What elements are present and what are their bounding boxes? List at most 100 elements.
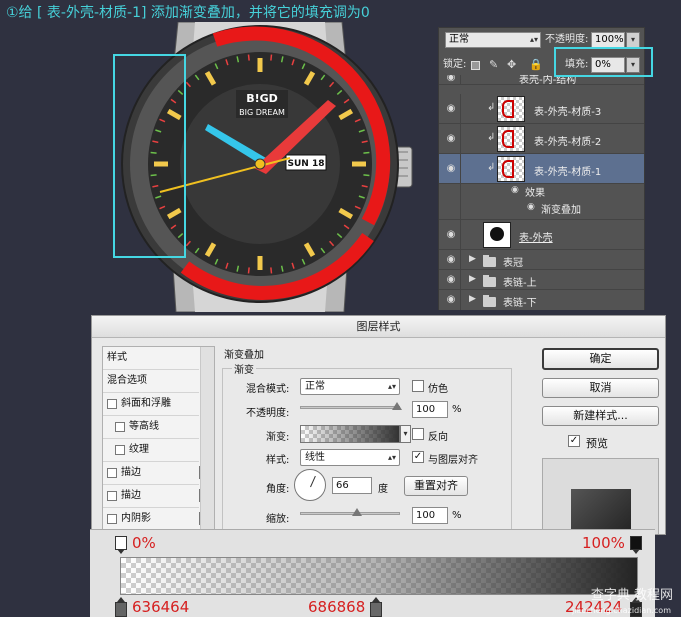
opacity-slider-knob[interactable] <box>392 402 402 410</box>
percent-label: % <box>452 510 462 521</box>
effects-label: 效果 <box>525 188 545 199</box>
scale-slider-knob[interactable] <box>352 508 362 516</box>
chevron-updown-icon: ▴▾ <box>387 453 396 462</box>
overlay-blend-mode-value: 正常 <box>305 381 325 392</box>
style-item-inner-shadow[interactable]: 内阴影+ <box>103 508 212 531</box>
eye-icon[interactable]: ◉ <box>511 185 519 195</box>
styles-list: 样式 混合选项 斜面和浮雕 等高线 纹理 描边+ 描边+ 内阴影+ <box>102 346 215 534</box>
style-item-stroke-1[interactable]: 描边+ <box>103 462 212 485</box>
eye-icon[interactable]: ◉ <box>445 133 457 145</box>
highlight-box-fill <box>554 47 653 77</box>
color-stop-left[interactable] <box>115 597 127 617</box>
checkbox-stroke[interactable] <box>107 468 117 478</box>
checkbox-stroke[interactable] <box>107 491 117 501</box>
scale-slider[interactable] <box>300 512 400 515</box>
reverse-label: 反向 <box>428 432 448 443</box>
watch-date: SUN 18 <box>288 159 325 169</box>
lock-move-icon[interactable]: ✥ <box>507 58 516 71</box>
opacity-stop-right[interactable] <box>630 536 642 554</box>
blend-mode-select[interactable]: 正常 ▴▾ <box>445 32 541 48</box>
blend-mode-value: 正常 <box>449 34 469 45</box>
checkbox-contour[interactable] <box>115 422 125 432</box>
layer-name: 表冠 <box>503 258 523 269</box>
opacity-stop-left-label: 0% <box>132 534 156 552</box>
effect-gradient-overlay[interactable]: 渐变叠加 <box>541 201 581 216</box>
clip-arrow-icon: ↲ <box>487 162 496 173</box>
folder-icon <box>483 255 496 267</box>
dither-checkbox[interactable] <box>412 380 424 392</box>
gradient-dropdown-button[interactable]: ▾ <box>400 425 411 443</box>
eye-icon[interactable]: ◉ <box>445 294 457 306</box>
scale-field[interactable]: 100 <box>412 507 448 524</box>
watermark-url: jiaocheng.chazidian.com <box>571 606 671 615</box>
align-with-layer-checkbox[interactable]: ✓ <box>412 451 424 463</box>
layer-row-material-2[interactable]: ◉ ↲ 表-外壳-材质-2 <box>439 124 644 154</box>
color-stop-mid[interactable] <box>370 597 382 617</box>
overlay-blend-mode-select[interactable]: 正常 ▴▾ <box>300 378 400 395</box>
lock-transparent-icon[interactable] <box>471 61 480 70</box>
layer-thumbnail <box>497 156 525 182</box>
minute-tick <box>270 267 273 274</box>
highlight-box-watch <box>113 54 186 258</box>
eye-icon[interactable]: ◉ <box>445 229 457 241</box>
eye-icon[interactable]: ◉ <box>445 75 457 84</box>
eye-icon[interactable]: ◉ <box>445 274 457 286</box>
eye-icon[interactable]: ◉ <box>445 103 457 115</box>
clip-arrow-icon: ↲ <box>487 132 496 143</box>
layer-group-strap-bottom[interactable]: ◉ ▶ 表链-下 <box>439 290 644 310</box>
angle-field[interactable]: 66 <box>332 477 372 494</box>
eye-icon[interactable]: ◉ <box>445 163 457 175</box>
layer-row-shell[interactable]: ◉ 表-外壳 <box>439 220 644 250</box>
style-item-texture[interactable]: 纹理 <box>103 439 199 462</box>
layer-thumbnail <box>483 222 511 248</box>
style-item-label: 混合选项 <box>107 375 147 386</box>
lock-all-icon[interactable]: 🔒 <box>529 58 543 71</box>
styles-scrollbar[interactable] <box>200 347 214 534</box>
checkbox-texture[interactable] <box>115 445 125 455</box>
layer-row-material-1[interactable]: ◉ ↲ 表-外壳-材质-1 <box>439 154 644 184</box>
layer-thumbnail <box>497 96 525 122</box>
style-item-label: 描边 <box>121 467 141 478</box>
gradient-style-value: 线性 <box>305 452 325 463</box>
opacity-slider[interactable] <box>300 406 400 409</box>
layer-row-material-3[interactable]: ◉ ↲ 表-外壳-材质-3 <box>439 94 644 124</box>
checkbox-bevel[interactable] <box>107 399 117 409</box>
expand-triangle-icon[interactable]: ▶ <box>469 254 476 264</box>
reverse-checkbox[interactable] <box>412 428 424 440</box>
clip-arrow-icon: ↲ <box>487 102 496 113</box>
cancel-button[interactable]: 取消 <box>542 378 659 398</box>
style-item-bevel-emboss[interactable]: 斜面和浮雕 <box>103 393 199 416</box>
gradient-style-select[interactable]: 线性 ▴▾ <box>300 449 400 466</box>
overlay-opacity-label: 不透明度: <box>246 408 290 419</box>
percent-label: % <box>452 404 462 415</box>
new-style-button[interactable]: 新建样式... <box>542 406 659 426</box>
eye-icon[interactable]: ◉ <box>445 254 457 266</box>
style-item-stroke-2[interactable]: 描边+ <box>103 485 212 508</box>
gradient-bar[interactable] <box>120 557 638 595</box>
opacity-stop-left[interactable] <box>115 536 127 554</box>
ok-button[interactable]: 确定 <box>542 348 659 370</box>
style-item-blending-options[interactable]: 混合选项 <box>103 370 199 393</box>
angle-dial[interactable] <box>294 469 326 501</box>
opacity-label: 不透明度: <box>545 34 589 45</box>
gradient-picker[interactable] <box>300 425 400 443</box>
style-item-label: 样式 <box>107 352 127 363</box>
instruction-text: ①给 [ 表-外壳-材质-1] 添加渐变叠加，并将它的填充调为0 <box>6 5 370 21</box>
layer-group-crown[interactable]: ◉ ▶ 表冠 <box>439 250 644 270</box>
lock-brush-icon[interactable]: ✎ <box>489 58 498 71</box>
layer-group-strap-top[interactable]: ◉ ▶ 表链-上 <box>439 270 644 290</box>
opacity-field[interactable]: 100% <box>591 32 625 48</box>
expand-triangle-icon[interactable]: ▶ <box>469 274 476 284</box>
minute-tick <box>270 54 273 61</box>
overlay-opacity-field[interactable]: 100 <box>412 401 448 418</box>
minute-tick <box>247 54 250 61</box>
preview-checkbox[interactable]: ✓ <box>568 435 580 447</box>
expand-triangle-icon[interactable]: ▶ <box>469 294 476 304</box>
chevron-updown-icon: ▴▾ <box>529 35 538 44</box>
eye-icon[interactable]: ◉ <box>527 202 535 212</box>
checkbox-inner-shadow[interactable] <box>107 514 117 524</box>
opacity-dropdown-button[interactable]: ▾ <box>626 32 640 48</box>
reset-align-button[interactable]: 重置对齐 <box>404 476 468 496</box>
style-item-styles[interactable]: 样式 <box>103 347 199 370</box>
style-item-contour[interactable]: 等高线 <box>103 416 199 439</box>
